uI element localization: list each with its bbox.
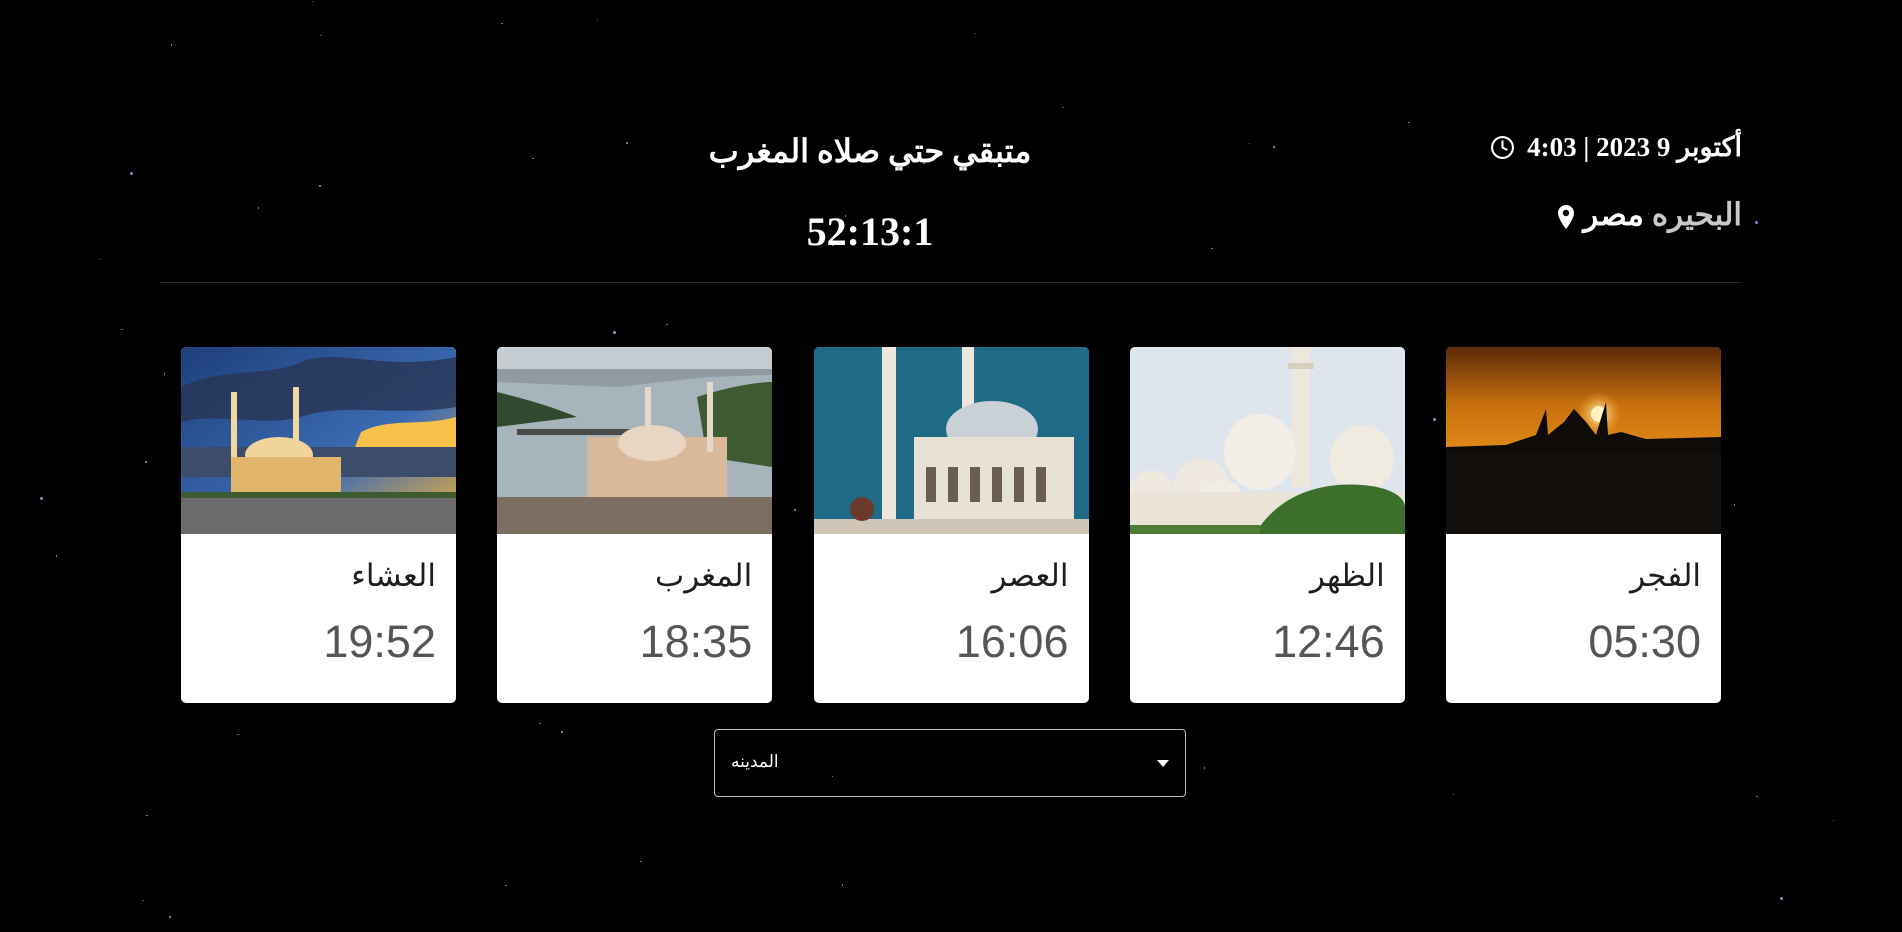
- prayer-name: العصر: [991, 558, 1069, 594]
- star-dot: [1062, 106, 1065, 109]
- clock-icon: [1490, 135, 1515, 160]
- star-dot: [145, 461, 147, 463]
- countdown-value: 52:13:1: [806, 209, 934, 254]
- star-dot: [505, 884, 507, 887]
- isha-image: [181, 347, 456, 534]
- star-dot: [142, 899, 145, 902]
- star-dot: [640, 860, 642, 862]
- date-location-block: أكتوبر 9 2023 | 4:03 البحيره مصر: [1490, 132, 1742, 233]
- star-dot: [98, 258, 101, 261]
- prayer-time: 05:30: [1588, 616, 1701, 667]
- date-time-text: أكتوبر 9 2023 | 4:03: [1527, 132, 1742, 162]
- prayer-card-isha: العشاء 19:52: [181, 347, 456, 703]
- star-dot: [596, 19, 599, 22]
- star-dot: [974, 32, 977, 35]
- star-dot: [169, 916, 171, 918]
- prayer-cards: الفجر 05:30 الظهر 12:46 العصر 16:06 المغ…: [181, 347, 1721, 703]
- star-dot: [1832, 819, 1835, 821]
- fajr-image: [1446, 347, 1721, 534]
- prayer-name: العشاء: [351, 558, 436, 594]
- prayer-name: الفجر: [1630, 558, 1701, 594]
- countdown-block: متبقي حتي صلاه المغرب 52:13:1: [620, 132, 1120, 255]
- maghrib-image: [497, 347, 773, 534]
- city-select-label: المدينه: [731, 752, 779, 772]
- star-dot: [561, 731, 563, 733]
- dhuhr-image: [1129, 347, 1405, 534]
- map-pin-icon: [1557, 202, 1575, 229]
- location: البحيره مصر: [1490, 197, 1742, 233]
- prayer-name: المغرب: [655, 558, 753, 594]
- star-dot: [1779, 897, 1783, 901]
- star-dot: [121, 328, 123, 331]
- date-time: أكتوبر 9 2023 | 4:03: [1490, 132, 1742, 163]
- star-dot: [311, 0, 314, 3]
- star-dot: [170, 44, 173, 46]
- star-dot: [237, 733, 239, 736]
- star-dot: [1756, 795, 1758, 798]
- caret-down-icon: [1157, 760, 1169, 767]
- prayer-card-asr: العصر 16:06: [813, 347, 1089, 703]
- prayer-time: 16:06: [955, 616, 1069, 667]
- star-dot: [319, 34, 322, 37]
- prayer-time: 19:52: [323, 616, 436, 667]
- prayer-time: 12:46: [1272, 616, 1385, 667]
- star-dot: [1755, 220, 1759, 224]
- divider: [160, 282, 1742, 283]
- star-dot: [55, 555, 58, 557]
- location-country: مصر: [1583, 197, 1644, 232]
- prayer-card-fajr: الفجر 05:30: [1446, 347, 1721, 703]
- star-dot: [129, 172, 133, 176]
- star-dot: [539, 722, 541, 725]
- asr-image: [813, 347, 1089, 534]
- star-dot: [1452, 793, 1455, 796]
- header: أكتوبر 9 2023 | 4:03 البحيره مصر متبقي ح…: [160, 132, 1742, 282]
- star-dot: [146, 814, 148, 817]
- star-dot: [666, 323, 668, 326]
- star-dot: [613, 330, 617, 334]
- star-dot: [1408, 121, 1410, 124]
- prayer-time: 18:35: [639, 616, 753, 667]
- city-select[interactable]: المدينه: [714, 729, 1186, 797]
- prayer-card-dhuhr: الظهر 12:46: [1129, 347, 1405, 703]
- star-dot: [501, 22, 503, 25]
- star-dot: [163, 373, 166, 375]
- star-dot: [1203, 767, 1206, 769]
- star-dot: [1733, 504, 1735, 506]
- prayer-name: الظهر: [1309, 558, 1385, 594]
- prayer-card-maghrib: المغرب 18:35: [497, 347, 773, 703]
- prayer-times-page: أكتوبر 9 2023 | 4:03 البحيره مصر متبقي ح…: [0, 0, 1902, 932]
- location-region: البحيره: [1651, 197, 1742, 232]
- countdown-title: متبقي حتي صلاه المغرب: [708, 133, 1032, 169]
- star-dot: [39, 496, 43, 500]
- star-dot: [841, 884, 844, 886]
